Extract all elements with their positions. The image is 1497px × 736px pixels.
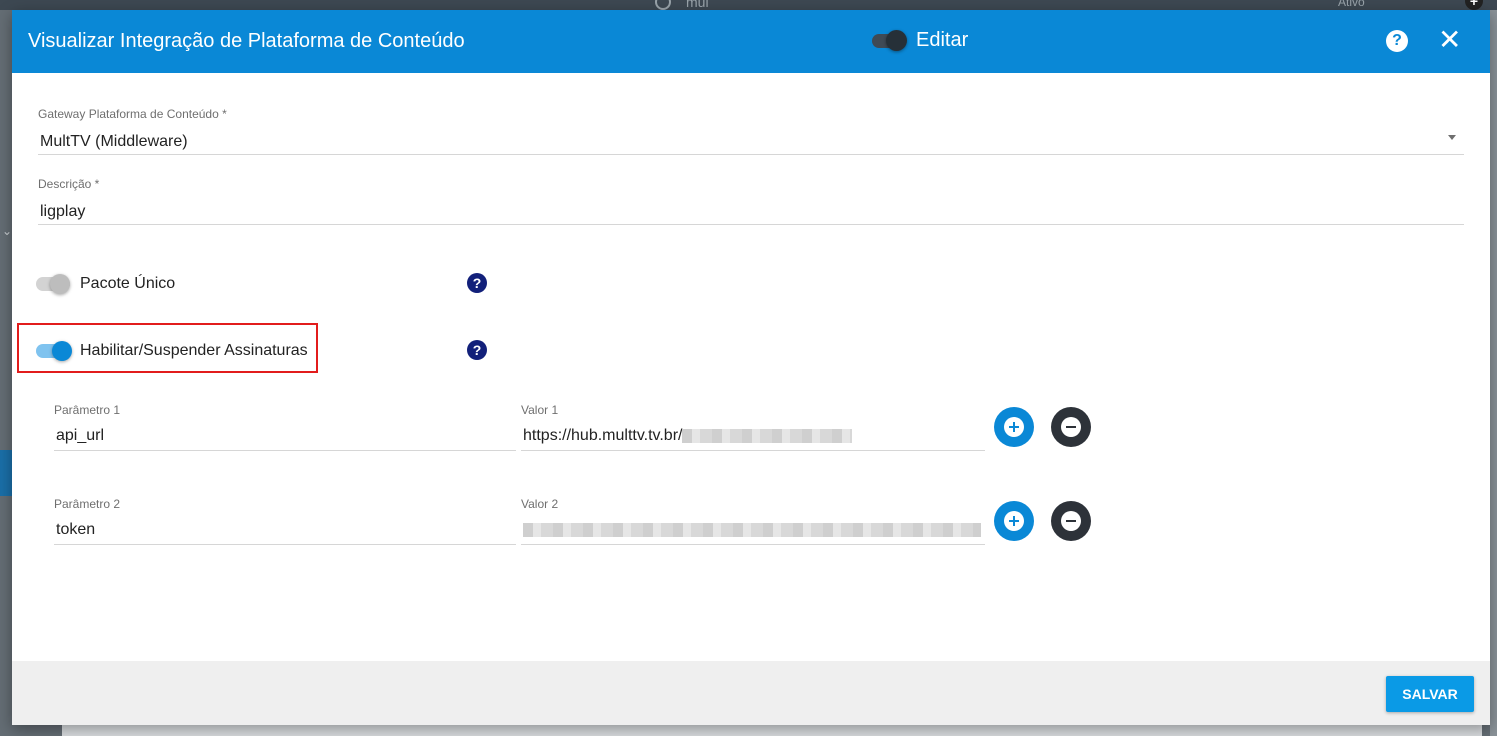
remove-param-2-button[interactable] (1051, 501, 1091, 541)
parametro-2-label: Parâmetro 2 (54, 497, 121, 511)
valor-1-label: Valor 1 (521, 403, 559, 417)
minus-icon (1061, 511, 1081, 531)
pacote-unico-help-icon[interactable]: ? (467, 273, 487, 293)
parametro-2-underline (54, 544, 516, 545)
dialog-header: Visualizar Integração de Plataforma de C… (12, 10, 1490, 73)
help-icon[interactable]: ? (1386, 30, 1408, 52)
gateway-underline (38, 154, 1464, 155)
valor-1-value: https://hub.multtv.tv.br/ (523, 427, 683, 444)
valor-1-underline (521, 450, 985, 451)
habilitar-switch[interactable] (36, 339, 76, 363)
parametro-2-value: token (56, 521, 96, 538)
redacted-blur (682, 428, 853, 443)
plus-icon (1004, 511, 1024, 531)
gateway-label: Gateway Plataforma de Conteúdo * (38, 107, 227, 121)
pacote-unico-thumb (50, 274, 70, 294)
gateway-select[interactable]: Gateway Plataforma de Conteúdo * MultTV … (38, 107, 1464, 155)
parametro-1-underline (54, 450, 516, 451)
edit-toggle[interactable] (872, 29, 908, 53)
minus-icon (1061, 417, 1081, 437)
valor-1-value-wrap: https://hub.multtv.tv.br/ (523, 427, 985, 445)
parametro-1-value: api_url (56, 427, 105, 444)
dialog-footer: SALVAR (12, 661, 1490, 725)
gateway-value: MultTV (Middleware) (40, 133, 188, 150)
parametro-1-label: Parâmetro 1 (54, 403, 121, 417)
pacote-unico-label: Pacote Único (80, 275, 176, 292)
close-icon[interactable]: ✕ (1438, 26, 1461, 54)
add-param-2-button[interactable] (994, 501, 1034, 541)
remove-param-1-button[interactable] (1051, 407, 1091, 447)
background-sidebar-accent (0, 450, 12, 496)
background-right-panel (1490, 10, 1497, 736)
valor-2-underline (521, 544, 985, 545)
pacote-unico-switch[interactable] (36, 272, 76, 296)
valor-1-field[interactable]: Valor 1 https://hub.multtv.tv.br/ (521, 403, 985, 451)
background-topbar (0, 0, 1497, 10)
habilitar-label: Habilitar/Suspender Assinaturas (80, 342, 308, 359)
add-param-1-button[interactable] (994, 407, 1034, 447)
redacted-blur (523, 522, 981, 537)
chevron-down-icon: ⌄ (2, 224, 13, 238)
descricao-field[interactable]: Descrição * ligplay (38, 177, 1464, 225)
valor-2-label: Valor 2 (521, 497, 559, 511)
parametro-1-field[interactable]: Parâmetro 1 api_url (54, 403, 516, 451)
edit-label: Editar (916, 29, 969, 51)
background-status-text: Ativo (1338, 0, 1365, 9)
descricao-underline (38, 224, 1464, 225)
edit-toggle-thumb (886, 30, 907, 51)
dropdown-arrow-icon (1448, 135, 1456, 140)
integration-dialog: Visualizar Integração de Plataforma de C… (12, 10, 1490, 725)
habilitar-help-icon[interactable]: ? (467, 340, 487, 360)
plus-icon (1004, 417, 1024, 437)
descricao-label: Descrição * (38, 177, 100, 191)
descricao-value: ligplay (40, 203, 86, 220)
save-button[interactable]: SALVAR (1386, 676, 1474, 712)
valor-2-value-wrap (523, 521, 985, 539)
dialog-title: Visualizar Integração de Plataforma de C… (28, 30, 465, 52)
background-bottom-panel (62, 725, 1482, 736)
parametro-2-field[interactable]: Parâmetro 2 token (54, 497, 516, 545)
habilitar-thumb (52, 341, 72, 361)
background-search-text: mul (686, 0, 709, 10)
valor-2-field[interactable]: Valor 2 (521, 497, 985, 545)
